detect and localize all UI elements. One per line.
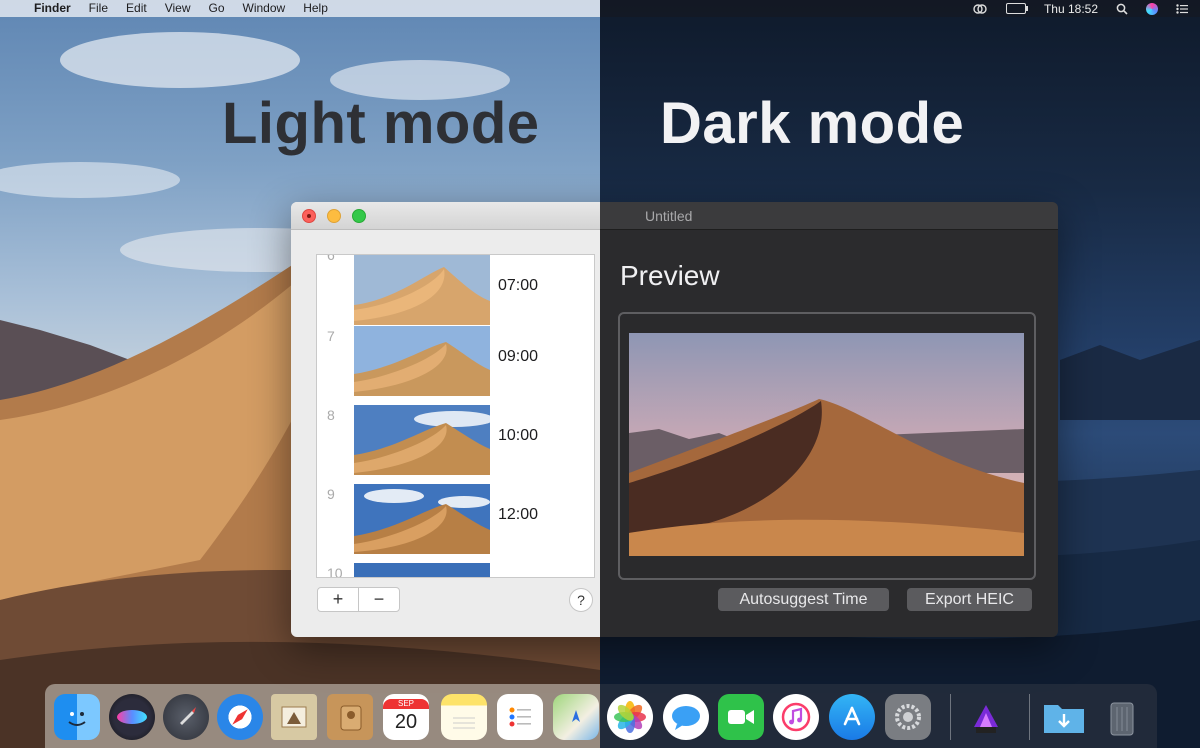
downloads-folder-icon[interactable]	[1041, 694, 1087, 740]
row-time: 07:00	[498, 277, 539, 294]
autosuggest-time-button[interactable]: Autosuggest Time	[718, 588, 889, 611]
thumbnail-image	[354, 326, 490, 396]
row-time: 09:00	[498, 348, 539, 365]
status-area: Thu 18:52	[954, 0, 1188, 17]
safari-icon[interactable]	[217, 694, 263, 740]
maximize-button[interactable]	[352, 209, 366, 223]
menu-window[interactable]: Window	[243, 0, 286, 17]
minimize-button[interactable]	[327, 209, 341, 223]
contacts-icon[interactable]	[327, 694, 373, 740]
trash-icon[interactable]	[1099, 694, 1145, 740]
itunes-icon[interactable]	[773, 694, 819, 740]
facetime-icon[interactable]	[718, 694, 764, 740]
thumbnail-image	[354, 563, 490, 577]
row-time: 10:00	[498, 427, 539, 444]
list-item[interactable]: 10	[317, 563, 594, 578]
reminders-icon[interactable]	[497, 694, 543, 740]
dock: SEP 20	[45, 684, 1157, 748]
menu-finder[interactable]: Finder	[34, 0, 71, 17]
export-heic-button[interactable]: Export HEIC	[907, 588, 1032, 611]
wallpaper-list[interactable]: 6 07:00 7 09:00 8 10:00 9 12:00 10	[316, 254, 595, 578]
dark-mode-heading: Dark mode	[660, 91, 965, 156]
list-item[interactable]: 6 07:00	[317, 254, 594, 326]
photos-icon[interactable]	[607, 694, 653, 740]
list-item[interactable]: 9 12:00	[317, 484, 594, 563]
notification-center-icon[interactable]	[1176, 3, 1188, 14]
list-item[interactable]: 8 10:00	[317, 405, 594, 484]
close-button[interactable]	[302, 209, 316, 223]
launchpad-icon[interactable]	[163, 694, 209, 740]
menu-go[interactable]: Go	[209, 0, 225, 17]
menu-help[interactable]: Help	[303, 0, 328, 17]
preview-heading: Preview	[620, 260, 720, 291]
siri-icon[interactable]	[109, 694, 155, 740]
list-item[interactable]: 7 09:00	[317, 326, 594, 405]
thumbnail-image	[354, 484, 490, 554]
menu-view[interactable]: View	[165, 0, 191, 17]
system-preferences-icon[interactable]	[885, 694, 931, 740]
menu-file[interactable]: File	[89, 0, 108, 17]
maps-icon[interactable]	[553, 694, 599, 740]
messages-icon[interactable]	[663, 694, 709, 740]
airplay-icon[interactable]	[972, 3, 988, 15]
row-number: 7	[327, 328, 335, 344]
row-number: 9	[327, 486, 335, 502]
siri-menubar-icon[interactable]	[1146, 2, 1158, 15]
light-mode-heading: Light mode	[222, 91, 540, 156]
dock-separator	[950, 694, 951, 740]
window-title: Untitled	[645, 208, 693, 224]
menubar-clock[interactable]: Thu 18:52	[1044, 2, 1098, 16]
add-remove-control: + −	[317, 587, 400, 612]
menu-edit[interactable]: Edit	[126, 0, 147, 17]
finder-icon[interactable]	[54, 694, 100, 740]
wallpaper-app-icon[interactable]	[963, 694, 1009, 740]
menu-items: Finder File Edit View Go Window Help	[0, 0, 346, 17]
calendar-month: SEP	[383, 699, 429, 709]
app-window: Untitled 6 07:00 7 09:00 8 10:00 9 12:00…	[291, 202, 1058, 637]
mail-icon[interactable]	[271, 694, 317, 740]
dock-separator	[1029, 694, 1030, 740]
preview-image	[629, 333, 1024, 556]
row-time: 12:00	[498, 506, 539, 523]
spotlight-search-icon[interactable]	[1116, 3, 1128, 15]
row-number: 10	[327, 565, 343, 578]
notes-icon[interactable]	[441, 694, 487, 740]
menubar: Finder File Edit View Go Window Help Thu…	[0, 0, 1200, 17]
battery-icon[interactable]	[1005, 3, 1028, 14]
help-button[interactable]: ?	[569, 588, 593, 612]
calendar-icon[interactable]: SEP 20	[383, 694, 429, 740]
row-number: 8	[327, 407, 335, 423]
remove-button[interactable]: −	[359, 588, 399, 611]
app-store-icon[interactable]	[829, 694, 875, 740]
row-number: 6	[327, 254, 335, 263]
calendar-day: 20	[394, 711, 418, 733]
add-button[interactable]: +	[318, 588, 359, 611]
thumbnail-image	[354, 255, 490, 325]
thumbnail-image	[354, 405, 490, 475]
